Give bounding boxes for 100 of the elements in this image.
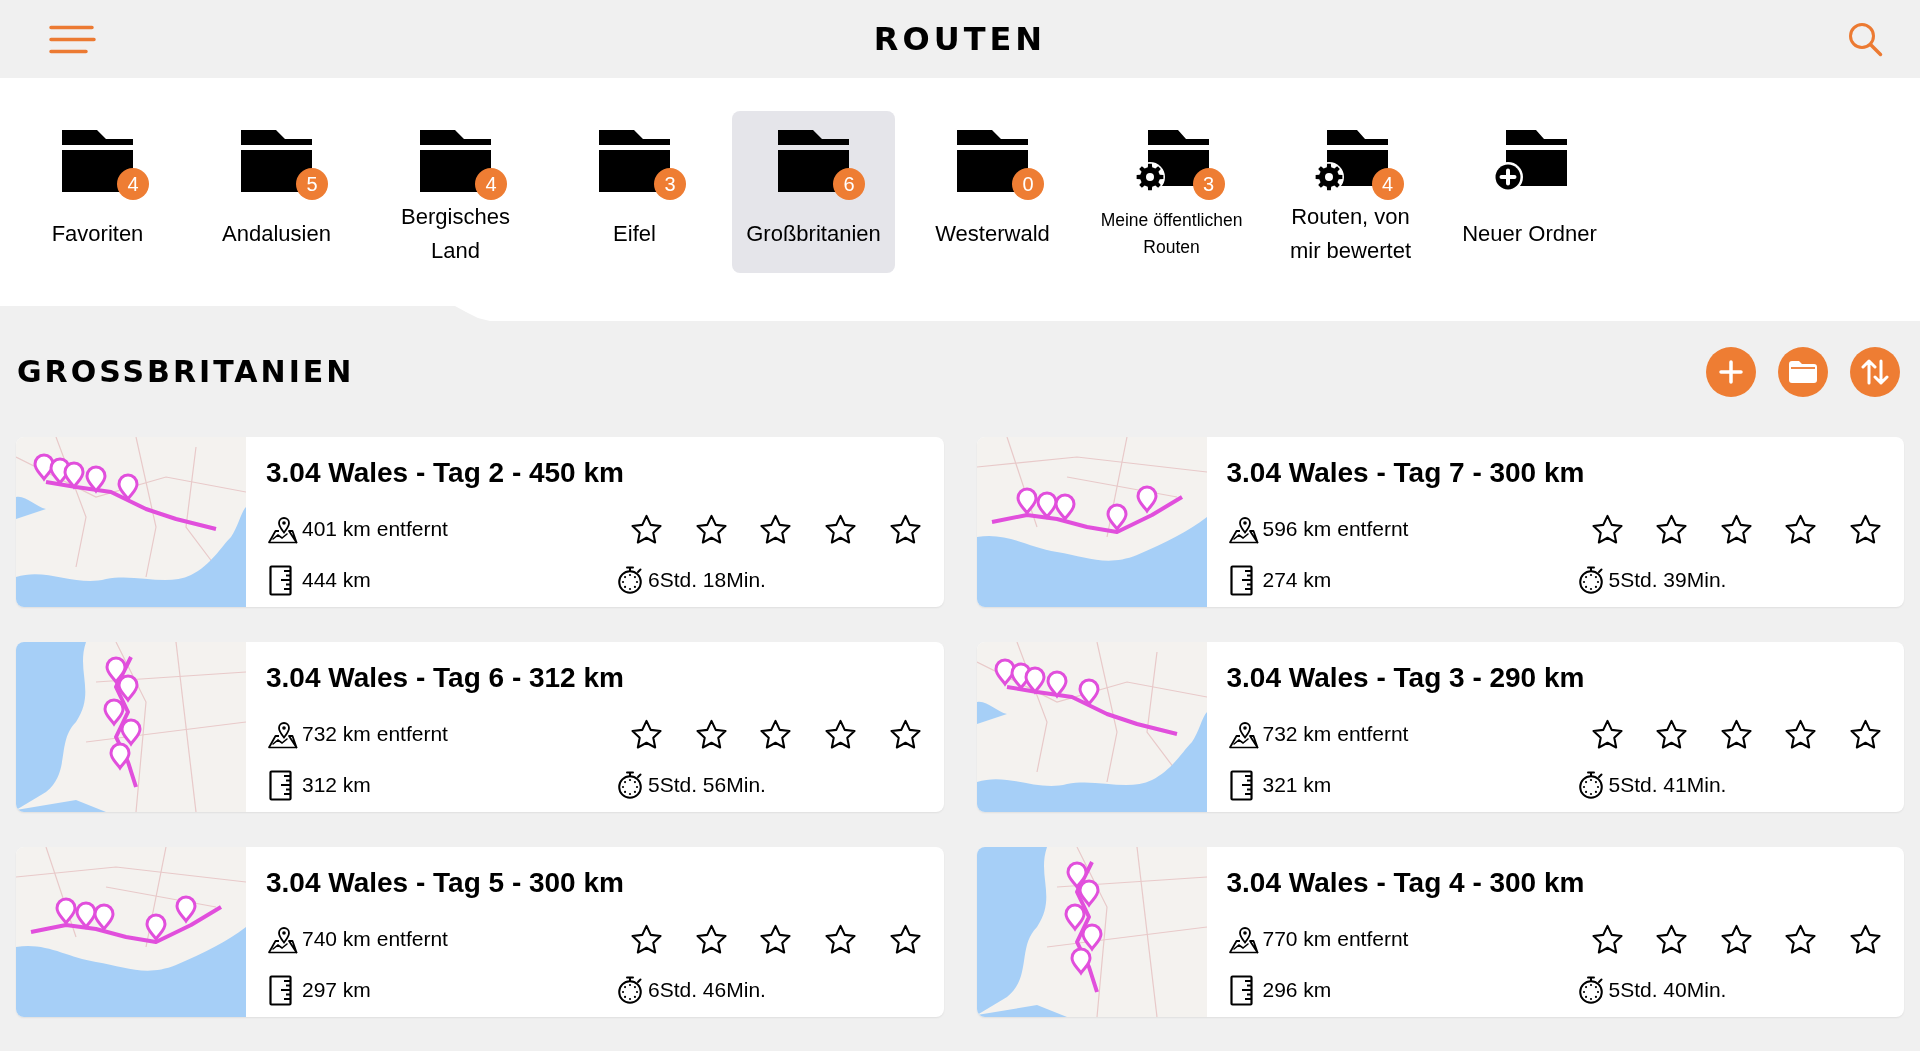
pin-terrain-icon xyxy=(266,924,298,954)
star-icon[interactable] xyxy=(1785,718,1817,750)
ruler-icon xyxy=(269,974,294,1006)
route-title: 3.04 Wales - Tag 3 - 290 km xyxy=(1226,663,1586,693)
route-title: 3.04 Wales - Tag 2 - 450 km xyxy=(266,458,625,488)
pin-terrain-icon xyxy=(266,719,298,749)
section-title: GROSSBRITANIEN xyxy=(17,354,355,390)
folder-tile[interactable]: 3 Meine öffentlichen Routen xyxy=(1090,111,1253,273)
stopwatch-icon xyxy=(1576,566,1605,594)
star-icon[interactable] xyxy=(889,513,921,545)
folder-tile[interactable]: 4 Routen, von mir bewertet xyxy=(1269,111,1432,273)
star-icon[interactable] xyxy=(695,513,727,545)
length-text: 274 km xyxy=(1262,567,1332,593)
count-badge: 3 xyxy=(654,168,686,200)
length-text: 297 km xyxy=(302,977,371,1003)
route-card[interactable]: 3.04 Wales - Tag 6 - 312 km 732 km entfernt 312 km 5Std. 56Min. xyxy=(16,642,944,812)
pin-terrain-icon xyxy=(1226,719,1259,749)
star-icon[interactable] xyxy=(1656,513,1688,545)
star-icon[interactable] xyxy=(760,923,792,955)
ruler-icon xyxy=(269,564,294,596)
stopwatch-icon xyxy=(1576,976,1605,1004)
pin-terrain-icon xyxy=(266,514,298,544)
plus-icon xyxy=(1719,360,1743,384)
star-icon[interactable] xyxy=(1656,923,1688,955)
duration-text: 5Std. 56Min. xyxy=(648,772,766,798)
star-icon[interactable] xyxy=(824,718,856,750)
folder-tile[interactable]: 6 Großbritanien xyxy=(732,111,895,273)
count-badge: 0 xyxy=(1012,168,1044,200)
star-icon[interactable] xyxy=(1850,513,1881,545)
ruler-icon xyxy=(1229,769,1255,801)
ruler-icon xyxy=(1229,564,1255,596)
route-title: 3.04 Wales - Tag 4 - 300 km xyxy=(1226,868,1586,898)
length-text: 321 km xyxy=(1262,772,1332,798)
star-icon[interactable] xyxy=(1785,513,1817,545)
sort-button[interactable] xyxy=(1850,347,1900,397)
pin-terrain-icon xyxy=(1226,514,1259,544)
search-icon xyxy=(1848,21,1883,57)
ruler-icon xyxy=(1229,974,1255,1006)
length-text: 296 km xyxy=(1262,977,1332,1003)
folder-tile[interactable]: 5 Andalusien xyxy=(195,111,358,273)
star-icon[interactable] xyxy=(824,513,856,545)
star-icon[interactable] xyxy=(695,923,727,955)
star-icon[interactable] xyxy=(1656,718,1688,750)
folder-tile[interactable]: Neuer Ordner xyxy=(1448,111,1611,273)
folder-button[interactable] xyxy=(1778,347,1828,397)
sort-arrows-icon xyxy=(1861,359,1889,385)
count-badge: 3 xyxy=(1192,168,1225,200)
star-icon[interactable] xyxy=(889,718,921,750)
stopwatch-icon xyxy=(1576,771,1605,799)
star-icon[interactable] xyxy=(889,923,921,955)
duration-text: 6Std. 18Min. xyxy=(648,567,766,593)
route-title: 3.04 Wales - Tag 5 - 300 km xyxy=(266,868,625,898)
count-badge: 4 xyxy=(1371,168,1404,200)
folder-tile[interactable]: 4 Favoriten xyxy=(16,111,179,273)
star-icon[interactable] xyxy=(760,513,792,545)
ruler-icon xyxy=(269,769,294,801)
count-badge: 6 xyxy=(833,168,865,200)
distance-text: 401 km entfernt xyxy=(302,516,448,542)
star-icon[interactable] xyxy=(1591,513,1623,545)
folder-tile[interactable]: 4 Bergisches Land xyxy=(374,111,537,273)
add-button[interactable] xyxy=(1706,347,1756,397)
route-card[interactable]: 3.04 Wales - Tag 7 - 300 km 596 km entfernt 274 km 5Std. 39Min. xyxy=(976,437,1904,607)
duration-text: 5Std. 40Min. xyxy=(1608,977,1727,1003)
star-icon[interactable] xyxy=(695,718,727,750)
duration-text: 5Std. 41Min. xyxy=(1608,772,1727,798)
distance-text: 732 km entfernt xyxy=(302,721,448,747)
star-icon[interactable] xyxy=(631,513,662,545)
star-icon[interactable] xyxy=(1720,718,1752,750)
count-badge: 4 xyxy=(117,168,149,200)
route-card[interactable]: 3.04 Wales - Tag 3 - 290 km 732 km entfernt 321 km 5Std. 41Min. xyxy=(976,642,1904,812)
star-icon[interactable] xyxy=(1850,923,1881,955)
folder-icon xyxy=(1789,361,1817,383)
stopwatch-icon xyxy=(616,566,644,594)
star-icon[interactable] xyxy=(631,718,662,750)
distance-text: 740 km entfernt xyxy=(302,926,448,952)
distance-text: 596 km entfernt xyxy=(1262,516,1409,542)
folder-tile[interactable]: 3 Eifel xyxy=(553,111,716,273)
route-card[interactable]: 3.04 Wales - Tag 4 - 300 km 770 km entfernt 296 km 5Std. 40Min. xyxy=(976,847,1904,1017)
star-icon[interactable] xyxy=(1720,923,1752,955)
star-icon[interactable] xyxy=(1720,513,1752,545)
star-icon[interactable] xyxy=(631,923,662,955)
route-title: 3.04 Wales - Tag 7 - 300 km xyxy=(1226,458,1586,488)
pin-terrain-icon xyxy=(1226,924,1259,954)
duration-text: 5Std. 39Min. xyxy=(1608,567,1727,593)
distance-text: 732 km entfernt xyxy=(1262,721,1409,747)
folder-tile[interactable]: 0 Westerwald xyxy=(911,111,1074,273)
route-card[interactable]: 3.04 Wales - Tag 5 - 300 km 740 km entfernt 297 km 6Std. 46Min. xyxy=(16,847,944,1017)
star-icon[interactable] xyxy=(760,718,792,750)
stopwatch-icon xyxy=(616,771,644,799)
stopwatch-icon xyxy=(616,976,644,1004)
count-badge: 4 xyxy=(475,168,507,200)
distance-text: 770 km entfernt xyxy=(1262,926,1409,952)
route-card[interactable]: 3.04 Wales - Tag 2 - 450 km 401 km entfernt 444 km 6Std. 18Min. xyxy=(16,437,944,607)
folder-plus-icon xyxy=(1492,130,1567,192)
star-icon[interactable] xyxy=(1850,718,1881,750)
star-icon[interactable] xyxy=(1591,923,1623,955)
route-title: 3.04 Wales - Tag 6 - 312 km xyxy=(266,663,625,693)
star-icon[interactable] xyxy=(824,923,856,955)
star-icon[interactable] xyxy=(1591,718,1623,750)
star-icon[interactable] xyxy=(1785,923,1817,955)
